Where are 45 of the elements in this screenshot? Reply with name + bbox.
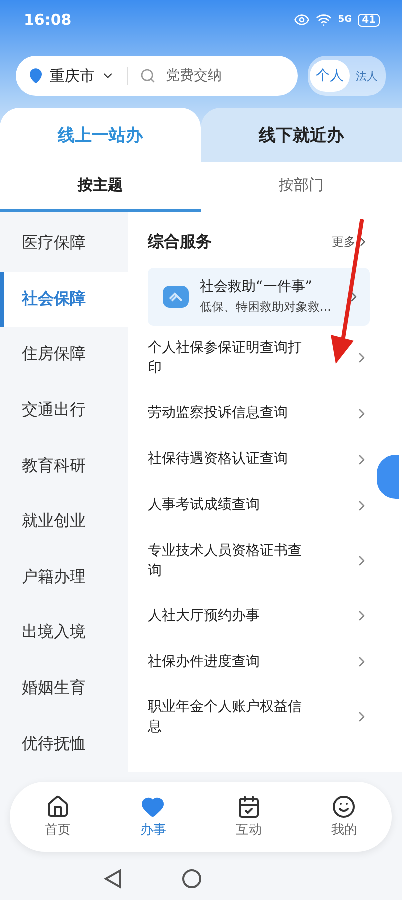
service-item[interactable]: 人事考试成绩查询 xyxy=(148,482,370,529)
service-item[interactable]: 职业年金个人账户权益信息 xyxy=(148,685,370,750)
wifi-icon xyxy=(316,12,332,28)
sidebar-item[interactable]: 出境入境 xyxy=(0,605,128,661)
sidebar-item[interactable]: 婚姻生育 xyxy=(0,660,128,716)
sidebar-item[interactable]: 教育科研 xyxy=(0,438,128,494)
sidebar-item[interactable]: 医疗保障 xyxy=(0,216,128,272)
card-subtitle: 低保、特困救助对象救... xyxy=(200,299,332,316)
user-type-toggle[interactable]: 个人 xyxy=(310,60,350,92)
tab[interactable]: 线下就近办 xyxy=(201,108,402,162)
section-title: 综合服务 xyxy=(148,232,212,252)
heart-icon xyxy=(141,795,166,819)
home-circle-icon[interactable] xyxy=(182,869,202,889)
city-selector[interactable]: 重庆市 xyxy=(50,66,95,86)
nav-tab[interactable]: 首页 xyxy=(10,794,106,840)
battery-level: 41 xyxy=(358,14,380,26)
search-field[interactable]: 重庆市 党费交纳 xyxy=(16,56,298,96)
sidebar-item[interactable]: 住房保障 xyxy=(0,327,128,383)
nav-tab[interactable]: 互动 xyxy=(201,794,296,840)
location-pin-icon xyxy=(28,68,44,84)
service-item[interactable]: 专业技术人员资格证书查询 xyxy=(148,528,370,594)
service-item[interactable]: 社保办件进度查询 xyxy=(148,639,370,686)
service-item[interactable]: 个人社保参保证明查询打印 xyxy=(148,326,370,391)
sidebar-item[interactable]: 优待抚恤 xyxy=(0,716,128,772)
status-time: 16:08 xyxy=(24,11,72,29)
service-item[interactable]: 社保待遇资格认证查询 xyxy=(148,436,370,483)
card-title: 社会救助“一件事” xyxy=(200,278,314,296)
sidebar-item[interactable]: 户籍办理 xyxy=(0,550,128,606)
eye-icon xyxy=(294,12,310,28)
network-label: 5G xyxy=(338,15,352,25)
sub-tab[interactable]: 按部门 xyxy=(201,162,402,212)
more-link[interactable]: 更多 xyxy=(332,234,370,250)
sidebar-item[interactable]: 交通出行 xyxy=(0,382,128,438)
featured-service-card[interactable]: 社会救助“一件事” 低保、特困救助对象救... xyxy=(148,268,370,326)
search-icon xyxy=(140,68,156,84)
home-icon xyxy=(46,795,70,819)
calendar-icon xyxy=(236,795,261,819)
smile-icon xyxy=(332,795,356,819)
service-item[interactable]: 人社大厅预约办事 xyxy=(148,593,370,640)
nav-tab[interactable]: 办事 xyxy=(106,794,201,840)
nav-tab[interactable]: 我的 xyxy=(296,794,392,840)
back-icon[interactable] xyxy=(104,869,122,889)
sidebar-item[interactable]: 就业创业 xyxy=(0,494,128,550)
service-item[interactable]: 劳动监察投诉信息查询 xyxy=(148,390,370,437)
sidebar-item[interactable]: 社会保障 xyxy=(0,272,128,328)
